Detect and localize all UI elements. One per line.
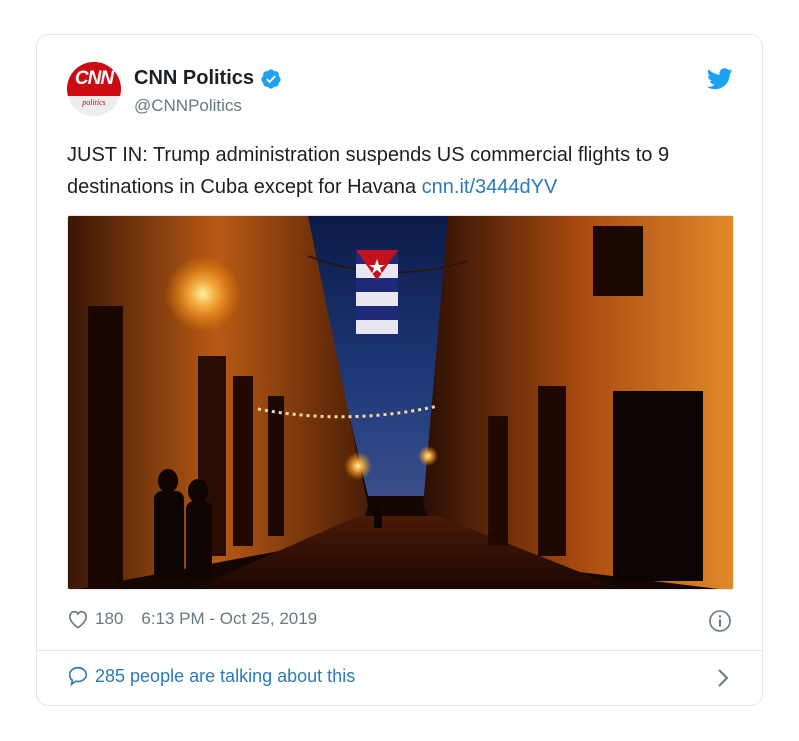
tweet-link[interactable]: cnn.it/3444dYV (422, 176, 558, 198)
tweet-meta: 180 6:13 PM - Oct 25, 2019 (67, 609, 317, 629)
heart-icon[interactable] (67, 609, 89, 629)
footer-divider (37, 650, 762, 651)
street-photo (68, 216, 733, 589)
tweet-photo[interactable] (67, 215, 734, 590)
tweet-text: JUST IN: Trump administration suspends U… (67, 139, 747, 203)
author-name-row[interactable]: CNN Politics (134, 67, 282, 90)
conversation-text[interactable]: 285 people are talking about this (95, 666, 355, 687)
author-name[interactable]: CNN Politics (134, 67, 254, 90)
conversation-link[interactable]: 285 people are talking about this (67, 665, 355, 687)
verified-badge-icon (261, 68, 281, 89)
author-handle[interactable]: @CNNPolitics (134, 96, 242, 116)
twitter-bird-icon[interactable] (707, 68, 733, 90)
tweet-card[interactable]: CNN politics CNN Politics @CNNPolitics J… (36, 34, 763, 706)
tweet-timestamp[interactable]: 6:13 PM - Oct 25, 2019 (141, 609, 317, 629)
author-avatar[interactable]: CNN politics (67, 62, 121, 116)
chevron-right-icon[interactable] (716, 667, 730, 689)
info-icon[interactable] (708, 609, 732, 633)
comment-bubble-icon (68, 666, 88, 687)
like-count[interactable]: 180 (95, 609, 123, 629)
tweet-body: JUST IN: Trump administration suspends U… (67, 144, 670, 198)
cnn-logo-subtext: politics (82, 98, 106, 107)
cnn-logo: CNN (67, 62, 121, 96)
